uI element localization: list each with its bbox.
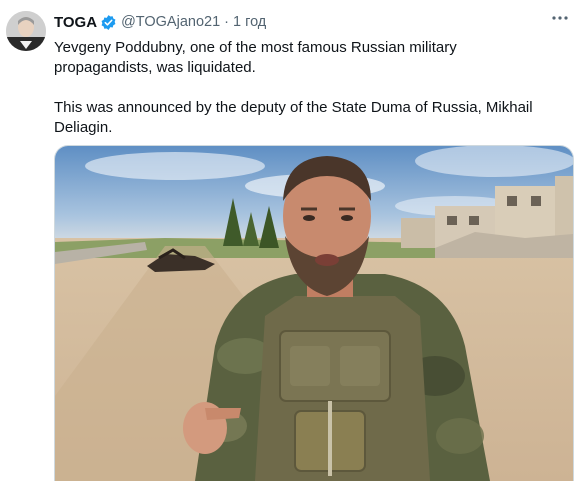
avatar[interactable]: [6, 11, 46, 51]
tweet[interactable]: TOGA @TOGAjano21 · 1 год Yevgeny Poddubn…: [0, 0, 580, 481]
tweet-paragraph: This was announced by the deputy of the …: [54, 99, 533, 136]
tweet-photo[interactable]: [54, 145, 574, 481]
tweet-header: TOGA @TOGAjano21 · 1 год: [54, 12, 570, 32]
author-name[interactable]: TOGA: [54, 14, 97, 31]
tweet-paragraph: Yevgeny Poddubny, one of the most famous…: [54, 39, 457, 76]
tweet-text: Yevgeny Poddubny, one of the most famous…: [54, 38, 554, 138]
more-options-icon[interactable]: [550, 8, 570, 33]
verified-badge-icon: [100, 14, 117, 31]
author-handle[interactable]: @TOGAjano21: [121, 14, 220, 30]
tweet-timestamp[interactable]: 1 год: [233, 14, 266, 30]
separator-dot: ·: [224, 14, 229, 30]
